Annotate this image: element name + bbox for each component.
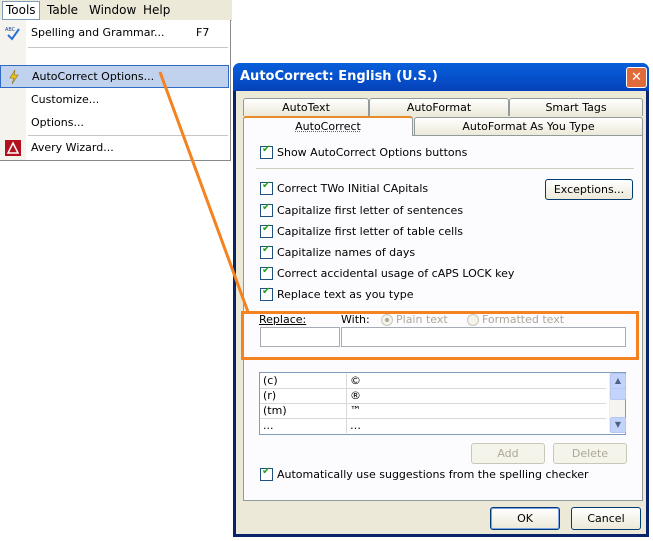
menu-item-avery-wizard[interactable]: Avery Wizard... [0, 137, 229, 158]
scroll-down-icon[interactable]: ▼ [610, 417, 626, 433]
replace-as-type-checkbox[interactable] [260, 286, 273, 301]
capitalize-days-checkbox[interactable] [260, 244, 273, 259]
auto-suggestions-label: Automatically use suggestions from the s… [277, 468, 589, 481]
menu-item-label: Avery Wizard... [31, 141, 114, 154]
tab-autoformat[interactable]: AutoFormat [369, 98, 509, 116]
lightning-icon [9, 69, 19, 85]
dialog-title: AutoCorrect: English (U.S.) [240, 69, 438, 84]
list-scrollbar[interactable]: ▲ ▼ [609, 373, 626, 433]
tab-smart-tags[interactable]: Smart Tags [509, 98, 643, 116]
ok-button[interactable]: OK [490, 507, 560, 530]
replace-as-type-label: Replace text as you type [277, 288, 414, 301]
menu-item-label: Customize... [31, 93, 100, 106]
close-icon[interactable]: ✕ [626, 67, 647, 88]
menu-bar: Tools Table Window Help [0, 0, 232, 21]
list-item[interactable]: (c) © [260, 373, 606, 389]
entry-replace: (tm) [263, 404, 287, 417]
menu-item-spelling[interactable]: ABC Spelling and Grammar... F7 [0, 22, 229, 43]
caps-lock-checkbox[interactable] [260, 265, 273, 280]
capitalize-sentences-checkbox[interactable] [260, 202, 273, 217]
add-button[interactable]: Add [471, 443, 545, 464]
entry-with: ™ [346, 404, 361, 418]
entry-with: … [346, 419, 361, 433]
auto-suggestions-checkbox[interactable] [260, 466, 273, 481]
entry-replace: (r) [263, 389, 277, 402]
menu-table[interactable]: Table [44, 3, 81, 17]
menu-tools[interactable]: Tools [2, 1, 40, 20]
list-item[interactable]: ... … [260, 418, 606, 433]
list-item[interactable]: (r) ® [260, 388, 606, 404]
menu-item-shortcut: F7 [196, 26, 210, 39]
show-options-checkbox[interactable] [260, 144, 273, 159]
menu-item-label: AutoCorrect Options... [32, 70, 155, 83]
cancel-button[interactable]: Cancel [571, 507, 641, 530]
menu-item-options[interactable]: Options... [0, 112, 229, 133]
highlight-box [241, 311, 639, 360]
tab-autoformat-as-you-type[interactable]: AutoFormat As You Type [414, 117, 643, 135]
scroll-thumb[interactable] [610, 388, 626, 400]
svg-text:ABC: ABC [5, 27, 16, 33]
entry-with: © [346, 374, 361, 388]
menu-help[interactable]: Help [140, 3, 173, 17]
show-options-label: Show AutoCorrect Options buttons [277, 146, 468, 159]
entry-replace: (c) [263, 374, 278, 387]
exceptions-button[interactable]: Exceptions... [545, 179, 633, 200]
option-label: Capitalize names of days [277, 246, 416, 259]
option-label: Capitalize first letter of table cells [277, 225, 464, 238]
spelling-check-icon: ABC [5, 27, 20, 41]
option-label: Correct TWo INitial CApitals [277, 182, 429, 195]
option-label: Capitalize first letter of sentences [277, 204, 464, 217]
menu-item-autocorrect-options[interactable]: AutoCorrect Options... [0, 65, 229, 88]
capitalize-table-cells-checkbox[interactable] [260, 223, 273, 238]
menu-separator [28, 135, 228, 136]
tools-menu: ABC Spelling and Grammar... F7 AutoCorre… [0, 20, 231, 161]
tab-autotext[interactable]: AutoText [243, 98, 369, 116]
avery-wizard-icon [5, 140, 21, 156]
menu-item-label: Spelling and Grammar... [31, 26, 165, 39]
scroll-up-icon[interactable]: ▲ [610, 373, 626, 389]
autocorrect-entries-list[interactable]: (c) © (r) ® (tm) ™ ... … [259, 372, 626, 435]
list-item[interactable]: (tm) ™ [260, 403, 606, 419]
tab-autocorrect[interactable]: AutoCorrect [243, 116, 413, 136]
option-label: Correct accidental usage of cAPS LOCK ke… [277, 267, 515, 280]
correct-two-initial-caps-checkbox[interactable] [260, 180, 273, 195]
menu-window[interactable]: Window [86, 3, 139, 17]
delete-button[interactable]: Delete [553, 443, 627, 464]
menu-item-customize[interactable]: Customize... [0, 89, 229, 110]
menu-separator [28, 47, 228, 48]
divider [256, 168, 634, 169]
entry-with: ® [346, 389, 361, 403]
menu-item-label: Options... [31, 116, 84, 129]
entry-replace: ... [263, 419, 274, 432]
